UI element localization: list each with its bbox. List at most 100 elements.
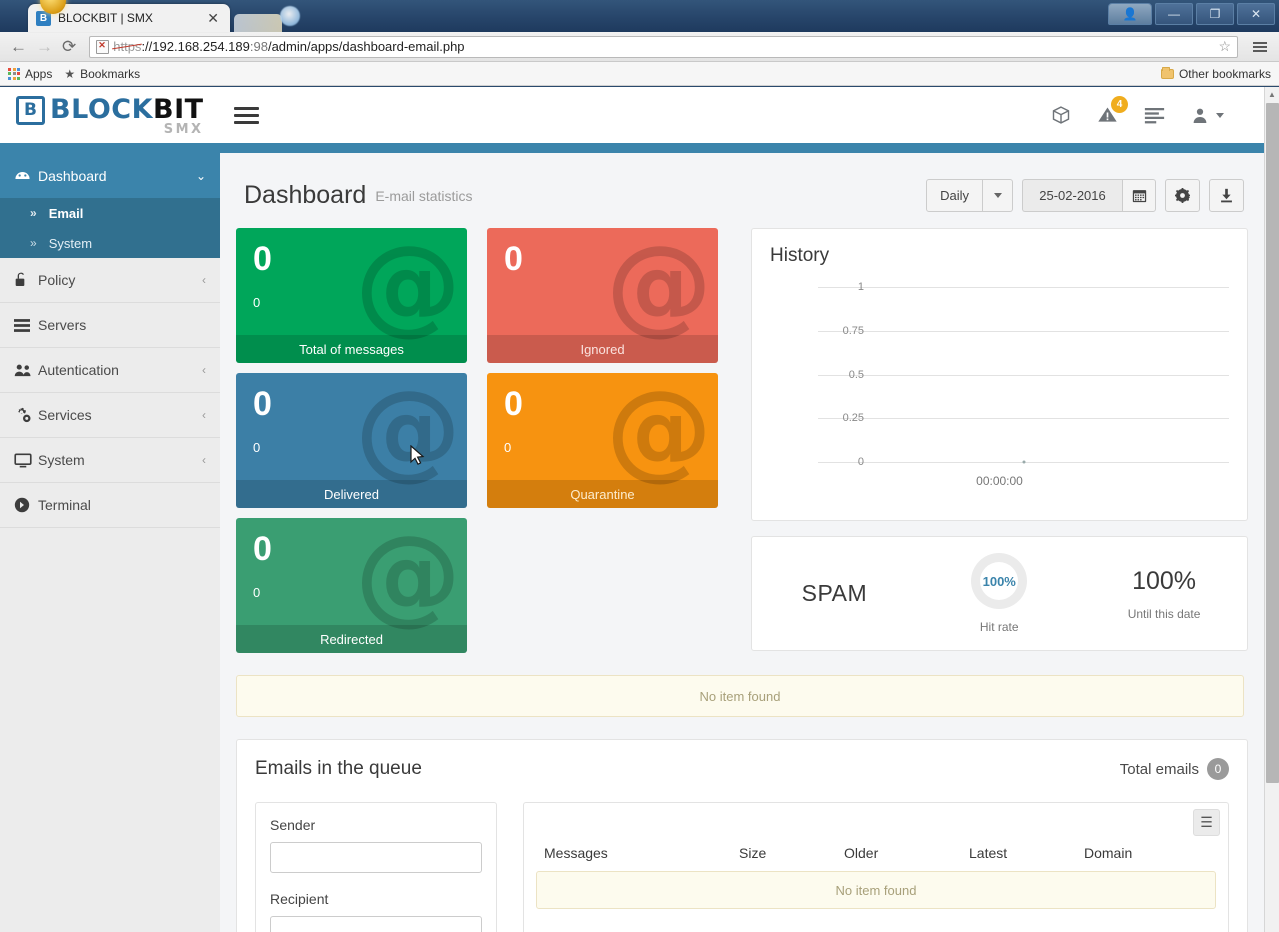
dashboard-icon xyxy=(14,167,38,184)
sidebar-item-autentication[interactable]: Autentication ‹ xyxy=(0,348,220,393)
forward-icon[interactable]: → xyxy=(36,38,53,55)
chevron-left-icon: ‹ xyxy=(202,453,206,467)
close-button[interactable]: ✕ xyxy=(1237,3,1275,25)
stat-card-quarantine[interactable]: @ 0 0 Quarantine xyxy=(487,373,718,508)
brand-logo[interactable]: BLOCKBIT SMX xyxy=(16,94,204,137)
alert-icon[interactable]: 4 xyxy=(1097,96,1128,125)
list-icon[interactable] xyxy=(1144,106,1165,124)
sidebar-item-label: Dashboard xyxy=(38,167,107,184)
bookmarks-shortcut[interactable]: ★ Bookmarks xyxy=(64,67,140,81)
tab-close-icon[interactable]: ✕ xyxy=(204,11,222,25)
stat-cards-column: @ 0 0 Total of messages @ 0 Ignored @ 0 … xyxy=(236,228,731,653)
queue-header: Emails in the queue Total emails 0 xyxy=(255,758,1229,780)
spam-total-value: 100% xyxy=(1132,566,1197,595)
page-title: Dashboard xyxy=(244,181,367,209)
calendar-icon[interactable] xyxy=(1122,179,1156,212)
apps-shortcut[interactable]: Apps xyxy=(8,67,52,81)
period-selector[interactable]: Daily xyxy=(926,179,1013,212)
card-subvalue: 0 xyxy=(253,295,261,310)
window-controls: 👤 — ❐ ✕ xyxy=(1108,3,1275,25)
spam-title: SPAM xyxy=(801,580,868,606)
sidebar-item-dashboard[interactable]: Dashboard ⌄ xyxy=(0,153,220,198)
reload-icon[interactable]: ⟳ xyxy=(62,38,76,55)
queue-table: ☰ Messages Size Older Latest Domain No i… xyxy=(523,802,1229,932)
back-icon[interactable]: ← xyxy=(10,38,27,55)
queue-filter-form: Sender Recipient xyxy=(255,802,497,932)
page-subtitle: E-mail statistics xyxy=(375,187,473,204)
y-tick-label: 0.5 xyxy=(848,368,864,381)
table-menu-icon[interactable]: ☰ xyxy=(1193,809,1220,836)
sidebar-item-policy[interactable]: Policy ‹ xyxy=(0,258,220,303)
other-bookmarks[interactable]: Other bookmarks xyxy=(1160,66,1271,81)
date-input[interactable]: 25-02-2016 xyxy=(1022,179,1122,212)
bookmark-star-icon[interactable]: ☆ xyxy=(1218,38,1231,55)
insecure-certificate-icon[interactable] xyxy=(96,39,110,54)
sender-label: Sender xyxy=(270,817,316,833)
stat-card-delivered[interactable]: @ 0 0 Delivered xyxy=(236,373,467,508)
queue-title: Emails in the queue xyxy=(255,758,422,779)
sidebar-subgroup-dashboard: » Email » System xyxy=(0,198,220,258)
column-header-older: Older xyxy=(844,845,879,861)
logo-part1: BLOCK xyxy=(50,93,154,125)
settings-button[interactable] xyxy=(1165,179,1200,212)
donut-caption: Hit rate xyxy=(979,620,1019,634)
card-label: Total of messages xyxy=(236,335,467,363)
profile-button[interactable]: 👤 xyxy=(1108,3,1152,25)
spam-total-caption: Until this date xyxy=(1127,606,1201,621)
header-icon-group: 4 xyxy=(1051,96,1248,125)
minimize-button[interactable]: — xyxy=(1155,3,1193,25)
chevron-right-icon: » xyxy=(30,236,37,250)
queue-total-label: Total emails xyxy=(1119,760,1199,778)
recipient-input[interactable] xyxy=(270,916,482,932)
page-scrollbar[interactable]: ▲ xyxy=(1264,87,1279,932)
box-icon[interactable] xyxy=(1051,105,1071,125)
scroll-up-icon[interactable]: ▲ xyxy=(1265,87,1279,102)
sidebar-item-system[interactable]: System ‹ xyxy=(0,438,220,483)
restore-button[interactable]: ❐ xyxy=(1196,3,1234,25)
sidebar-item-system-sub[interactable]: » System xyxy=(0,228,220,258)
browser-menu-icon[interactable] xyxy=(1251,40,1269,54)
alert-badge: 4 xyxy=(1111,96,1128,113)
sender-input[interactable] xyxy=(270,842,482,873)
logo-mark-icon xyxy=(16,95,45,125)
sidebar-item-terminal[interactable]: Terminal xyxy=(0,483,220,528)
date-picker[interactable]: 25-02-2016 xyxy=(1022,179,1156,212)
download-button[interactable] xyxy=(1209,179,1244,212)
donut-chart: 100% xyxy=(971,553,1028,609)
bookmarks-label: Bookmarks xyxy=(80,66,141,81)
period-dropdown-button[interactable] xyxy=(983,179,1013,212)
charts-column: History 1 0.75 0.5 0.25 0 00:00:00 SPAM … xyxy=(751,228,1248,653)
apps-grid-icon xyxy=(8,67,20,80)
logo-part2: BIT xyxy=(153,93,204,125)
scrollbar-thumb[interactable] xyxy=(1266,103,1279,783)
stat-card-total-of-messages[interactable]: @ 0 0 Total of messages xyxy=(236,228,467,363)
period-label[interactable]: Daily xyxy=(926,179,983,212)
stat-card-ignored[interactable]: @ 0 Ignored xyxy=(487,228,718,363)
address-bar[interactable]: https://192.168.254.189:98/admin/apps/da… xyxy=(89,35,1238,58)
y-tick-label: 0.75 xyxy=(842,324,864,337)
chevron-left-icon: ‹ xyxy=(202,363,206,377)
queue-panel: Emails in the queue Total emails 0 Sende… xyxy=(236,739,1248,932)
card-value: 0 xyxy=(253,240,272,278)
app-body: Dashboard ⌄ » Email » System Policy ‹ Se… xyxy=(0,153,1264,932)
url-separator: :// xyxy=(141,39,153,54)
gridline xyxy=(818,330,1229,332)
card-value: 0 xyxy=(504,240,523,278)
stat-card-redirected[interactable]: @ 0 0 Redirected xyxy=(236,518,467,653)
star-icon: ★ xyxy=(64,66,76,81)
sidebar-toggle-icon[interactable] xyxy=(230,103,263,128)
sidebar-item-services[interactable]: Services ‹ xyxy=(0,393,220,438)
folder-icon xyxy=(1160,66,1174,79)
queue-body: Sender Recipient ☰ Messages Size Older L… xyxy=(255,802,1229,932)
sidebar-item-label: Autentication xyxy=(38,362,119,378)
at-icon: @ xyxy=(355,228,461,346)
new-tab-button[interactable] xyxy=(234,14,282,32)
terminal-icon xyxy=(14,497,38,513)
sidebar-item-email[interactable]: » Email xyxy=(0,198,220,228)
url-text: https://192.168.254.189:98/admin/apps/da… xyxy=(113,39,464,54)
card-value: 0 xyxy=(504,385,523,423)
user-menu[interactable] xyxy=(1191,106,1224,125)
sidebar-item-servers[interactable]: Servers xyxy=(0,303,220,348)
donut-value: 100% xyxy=(982,573,1016,589)
at-icon: @ xyxy=(355,518,461,636)
